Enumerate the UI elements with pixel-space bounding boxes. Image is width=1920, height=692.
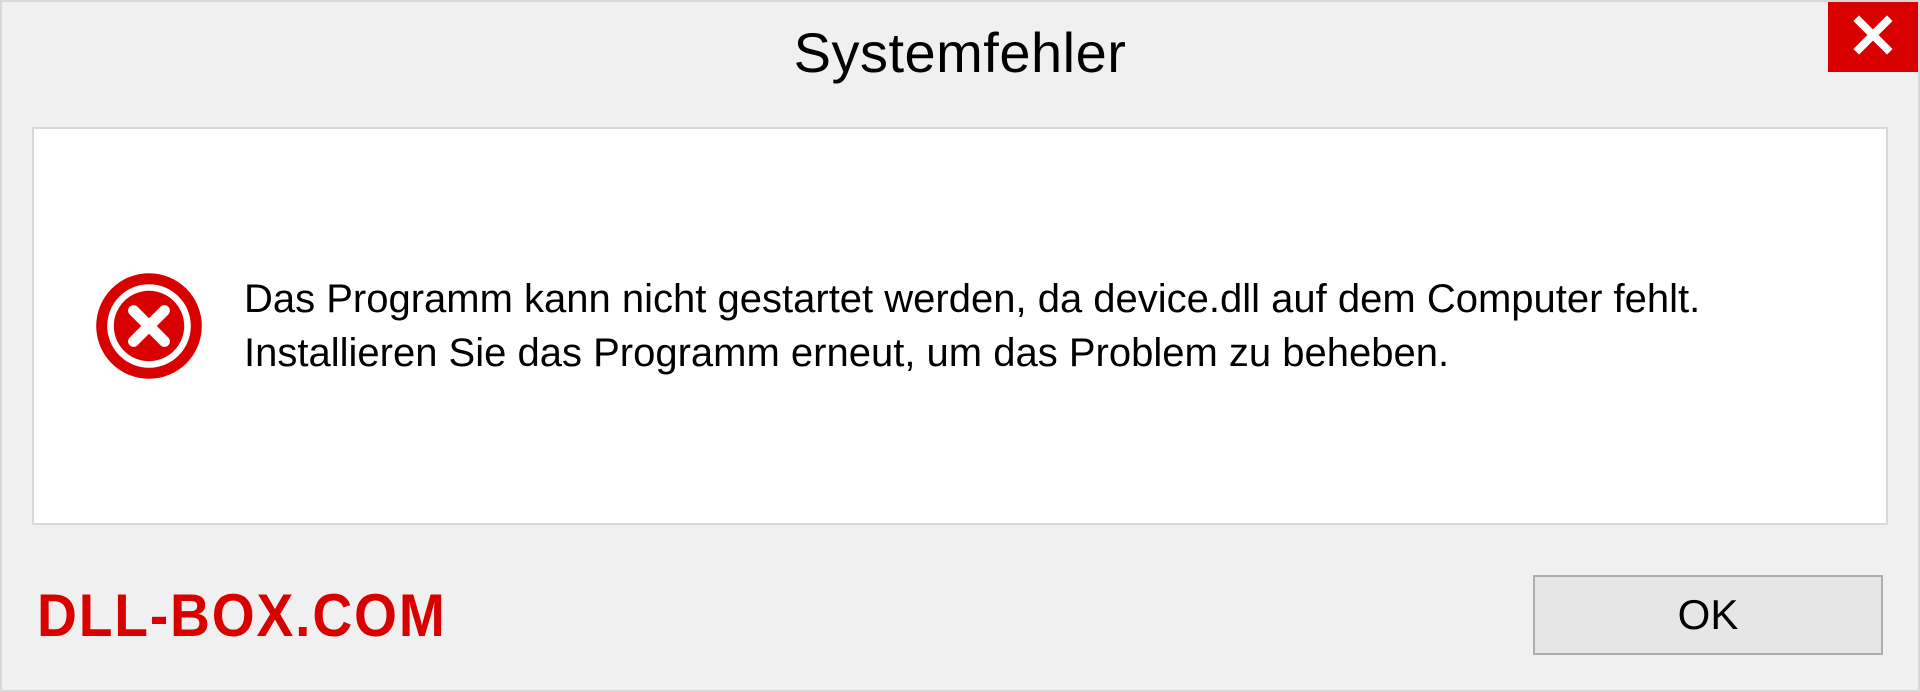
error-dialog: Systemfehler Das Programm kann nicht ges… — [0, 0, 1920, 692]
error-icon — [94, 271, 204, 381]
close-button[interactable] — [1828, 2, 1918, 72]
dialog-title: Systemfehler — [794, 20, 1127, 85]
dialog-body: Das Programm kann nicht gestartet werden… — [32, 127, 1888, 525]
error-message: Das Programm kann nicht gestartet werden… — [244, 272, 1826, 380]
close-icon — [1852, 14, 1894, 61]
titlebar: Systemfehler — [2, 2, 1918, 102]
ok-button[interactable]: OK — [1533, 575, 1883, 655]
dialog-footer: DLL-BOX.COM OK — [2, 555, 1918, 690]
watermark-text: DLL-BOX.COM — [37, 581, 447, 650]
